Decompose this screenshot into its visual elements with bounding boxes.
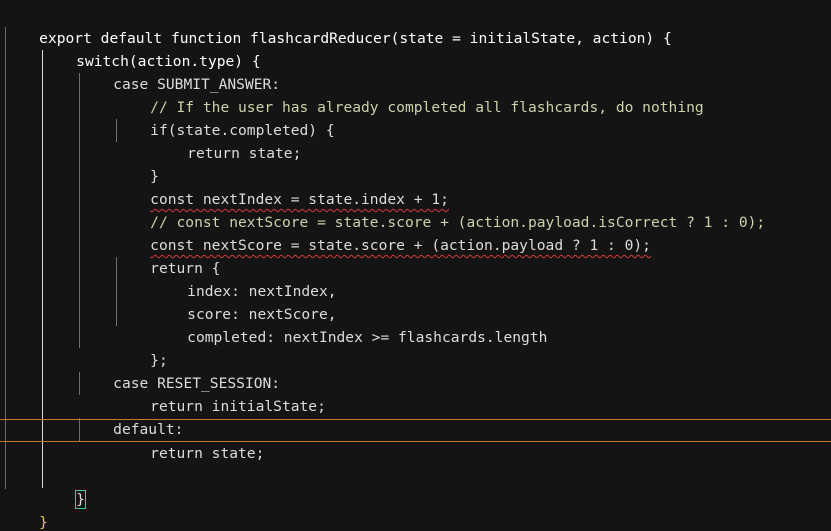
error-code-text: const nextScore = state.score + (action.… (150, 237, 651, 254)
code-line[interactable]: default: (78, 395, 183, 438)
code-text: } (39, 514, 48, 531)
code-line[interactable]: }; (115, 326, 168, 369)
code-line[interactable]: return initialState; (115, 372, 326, 415)
code-line[interactable]: case SUBMIT_ANSWER: (78, 50, 280, 93)
code-line[interactable]: return state; (152, 119, 301, 162)
code-line[interactable]: index: nextIndex, (152, 257, 336, 300)
code-text: return state; (150, 445, 265, 462)
code-line-current[interactable]: return state; (115, 419, 264, 462)
code-line[interactable]: } (115, 142, 159, 185)
code-line[interactable]: score: nextScore, (152, 280, 336, 323)
code-line-empty[interactable] (41, 442, 76, 465)
matched-bracket: } (75, 490, 86, 509)
code-text: completed: nextIndex >= flashcards.lengt… (187, 329, 548, 346)
code-line[interactable]: switch(action.type) { (41, 27, 261, 70)
code-line-comment[interactable]: // const nextScore = state.score + (acti… (115, 188, 765, 231)
code-line[interactable]: if(state.completed) { (115, 96, 335, 139)
code-line[interactable]: return { (115, 234, 220, 277)
code-line-error[interactable]: const nextIndex = state.index + 1; (115, 165, 449, 208)
code-line-comment[interactable]: // If the user has already completed all… (115, 73, 704, 116)
code-line[interactable]: case RESET_SESSION: (78, 349, 280, 392)
code-line[interactable]: } (4, 488, 48, 531)
code-line-error[interactable]: const nextScore = state.score + (action.… (115, 211, 651, 254)
code-line[interactable]: export default function flashcardReducer… (4, 4, 672, 47)
code-line[interactable]: } (41, 465, 86, 509)
code-editor[interactable]: export default function flashcardReducer… (0, 0, 831, 531)
code-line[interactable]: completed: nextIndex >= flashcards.lengt… (152, 303, 547, 346)
code-text: return state; (187, 145, 302, 162)
